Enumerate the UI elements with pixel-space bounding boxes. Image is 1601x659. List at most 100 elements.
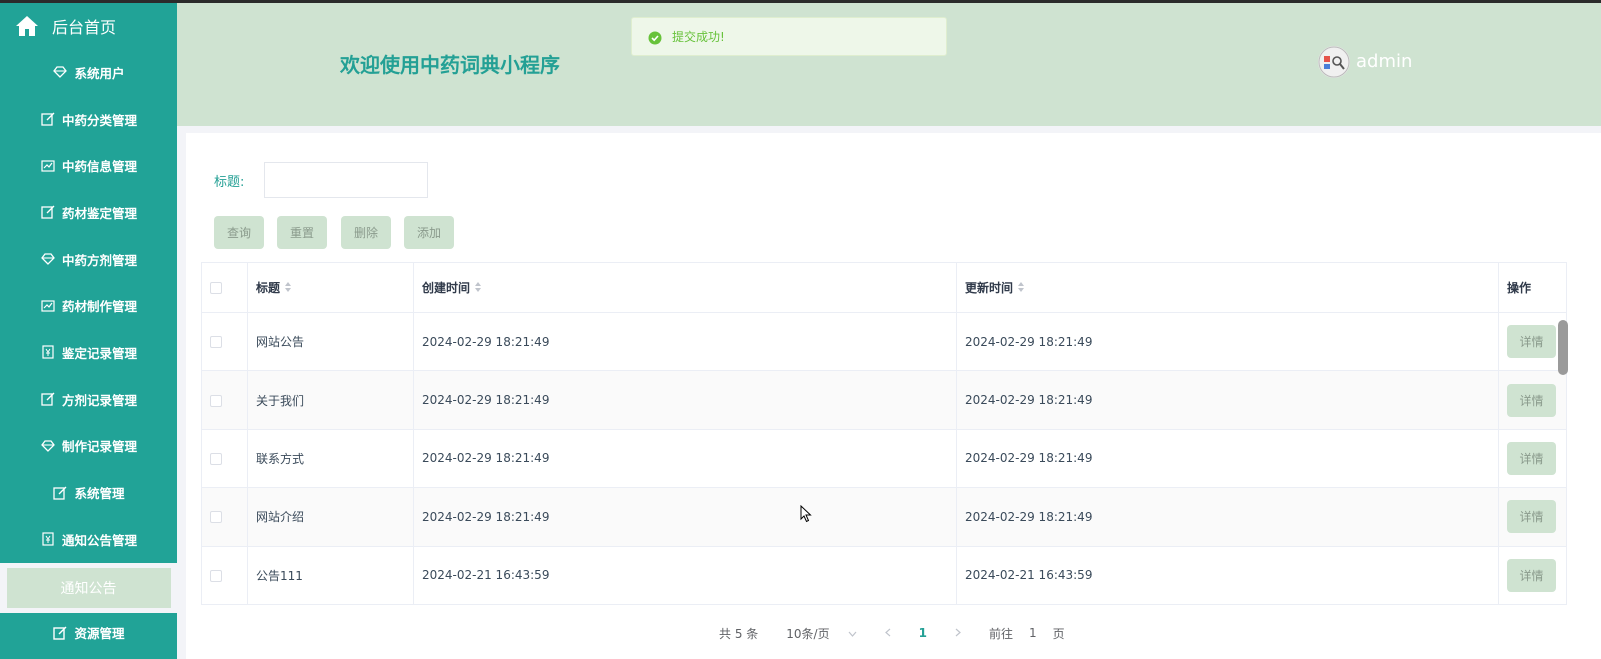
select-all-checkbox[interactable] [210,282,222,294]
sidebar-item-6[interactable]: 鉴定记录管理 [0,329,177,376]
page-size-value: 10条/页 [786,626,830,641]
sidebar-item-1[interactable]: 中药分类管理 [0,96,177,143]
column-created-label: 创建时间 [422,281,471,295]
scrollbar-thumb[interactable] [1558,320,1568,375]
cell-created: 2024-02-29 18:21:49 [413,428,957,489]
table-row[interactable]: 公告111 2024-02-21 16:43:59 2024-02-21 16:43… [201,545,1567,605]
sidebar-item-7[interactable]: 方剂记录管理 [0,376,177,423]
sort-icon[interactable] [1017,281,1025,296]
sidebar-item-4[interactable]: 中药方剂管理 [0,236,177,283]
page-number-current[interactable]: 1 [919,626,927,640]
sidebar-item-3[interactable]: 药材鉴定管理 [0,189,177,236]
sidebar-item-label: 制作记录管理 [61,439,137,455]
sidebar-item-5[interactable]: 药材制作管理 [0,282,177,329]
sidebar-item-0[interactable]: 系统用户 [0,49,177,96]
sidebar-item-label: 中药信息管理 [61,159,137,175]
avatar-image [1318,46,1350,78]
table-header-row: 标题 创建时间 更新时间 操作 [201,262,1567,313]
row-select-cell [201,428,248,489]
username[interactable]: admin [1356,51,1412,72]
page-title: 欢迎使用中药词典小程序 [340,53,560,77]
row-select-cell [201,370,248,430]
sidebar-item-label: 方剂记录管理 [61,392,137,408]
page-size-select[interactable]: 10条/页 [786,625,857,642]
yen-icon [40,344,56,360]
sidebar-item-10[interactable]: 通知公告管理 [0,516,177,563]
table-row[interactable]: 联系方式 2024-02-29 18:21:49 2024-02-29 18:21:… [201,428,1567,489]
edit-icon [40,111,56,127]
top-border [0,0,1601,3]
cell-title: 关于我们 [247,370,414,430]
row-checkbox[interactable] [210,394,222,407]
diamond-icon [40,438,56,454]
row-checkbox[interactable] [210,336,222,349]
column-actions: 操作 [1498,262,1567,313]
sidebar-item-resource[interactable]: 资源管理 [0,613,177,653]
search-label: 标题: [214,175,245,190]
sidebar-item-label: 系统用户 [74,65,125,81]
column-created[interactable]: 创建时间 [413,262,957,313]
table-row[interactable]: 网站介绍 2024-02-29 18:21:49 2024-02-29 18:21:… [201,487,1567,547]
sidebar-item-2[interactable]: 中药信息管理 [0,142,177,189]
cell-actions: 详情 [1498,370,1567,430]
sidebar-item-label: 通知公告管理 [61,532,137,548]
yen-icon [40,531,56,547]
sort-icon[interactable] [474,281,482,296]
sort-icon[interactable] [284,281,292,296]
prev-page-icon[interactable] [884,626,891,640]
cell-updated: 2024-02-29 18:21:49 [956,370,1499,430]
main-content: 标题: 查询 重置 删除 添加 标题 创建时间 更新时间 操作 网站公告 2024… [186,133,1601,659]
select-all-cell [201,262,248,313]
cell-updated: 2024-02-29 18:21:49 [956,428,1499,489]
sidebar-item-8[interactable]: 制作记录管理 [0,423,177,470]
chevron-down-icon [848,626,857,640]
title-search-input[interactable] [264,162,428,198]
column-title[interactable]: 标题 [247,262,414,313]
cell-updated: 2024-02-29 18:21:49 [956,311,1499,372]
avatar[interactable] [1318,46,1350,78]
cell-updated: 2024-02-29 18:21:49 [956,487,1499,547]
add-button[interactable]: 添加 [404,216,454,249]
pagination: 共 5 条 10条/页 1 前往 1 页 [719,623,1065,643]
query-button[interactable]: 查询 [214,216,264,249]
table-row[interactable]: 关于我们 2024-02-29 18:21:49 2024-02-29 18:21:… [201,370,1567,430]
sidebar-sub-item-notice[interactable]: 通知公告 [0,562,177,613]
row-checkbox[interactable] [210,569,222,582]
sidebar-item-label: 中药分类管理 [61,112,137,128]
sidebar-item-label: 系统管理 [74,486,125,502]
sidebar-item-label: 药材制作管理 [61,299,137,315]
reset-button[interactable]: 重置 [277,216,327,249]
table-row[interactable]: 网站公告 2024-02-29 18:21:49 2024-02-29 18:21:… [201,311,1567,372]
cell-updated: 2024-02-21 16:43:59 [956,545,1499,605]
edit-icon [52,625,68,641]
edit-icon [40,204,56,220]
pager-total: 共 5 条 [719,626,759,641]
sidebar-item-9[interactable]: 系统管理 [0,469,177,516]
sidebar: 后台首页 系统用户中药分类管理 中药信息管理药材鉴定管理中药方剂管理 药材制作管理鉴… [0,3,177,659]
success-toast: 提交成功! [631,17,947,56]
cell-actions: 详情 [1498,428,1567,489]
sidebar-home[interactable]: 后台首页 [0,3,177,49]
delete-button[interactable]: 删除 [341,216,391,249]
row-select-cell [201,487,248,547]
detail-button[interactable]: 详情 [1507,325,1556,359]
detail-button[interactable]: 详情 [1507,441,1556,475]
detail-button[interactable]: 详情 [1507,383,1556,417]
column-updated[interactable]: 更新时间 [956,262,1499,313]
check-circle-icon [648,30,662,44]
row-select-cell [201,545,248,605]
goto-prefix: 前往 [988,626,1013,641]
cell-title: 网站介绍 [247,487,414,547]
next-page-icon[interactable] [955,626,961,640]
detail-button[interactable]: 详情 [1507,558,1556,592]
row-checkbox[interactable] [210,452,222,465]
diamond-icon [40,251,56,267]
sidebar-item-label: 中药方剂管理 [61,252,137,268]
goto-input[interactable]: 1 [1029,626,1037,640]
detail-button[interactable]: 详情 [1507,500,1556,534]
row-checkbox[interactable] [210,511,222,524]
cell-title: 公告111 [247,545,414,605]
chart-icon [40,298,56,314]
notice-table: 标题 创建时间 更新时间 操作 网站公告 2024-02-29 18:21:49 2… [201,262,1567,605]
cell-created: 2024-02-29 18:21:49 [413,487,957,547]
